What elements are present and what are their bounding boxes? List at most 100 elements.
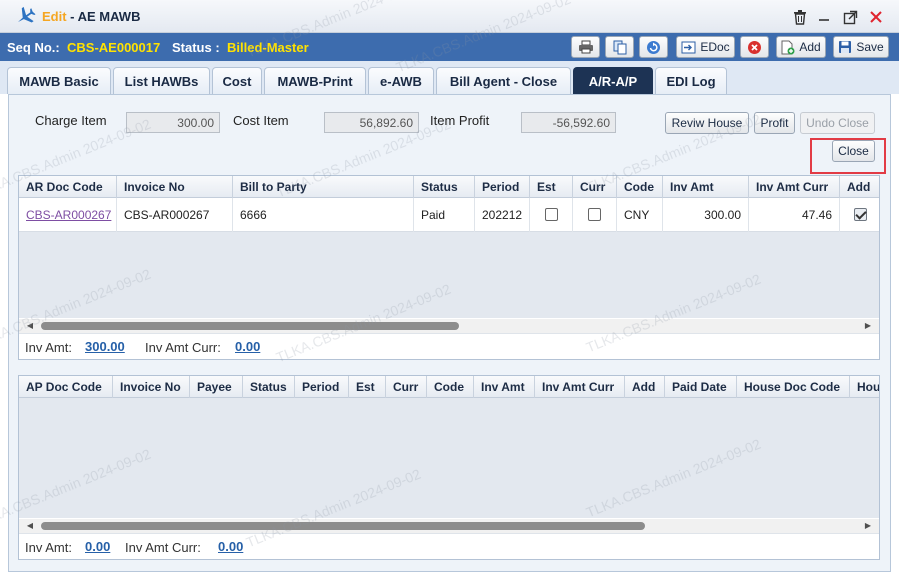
ar-grid-body: CBS-AR000267 CBS-AR000267 6666 Paid 2022… [19, 198, 879, 318]
charge-item-label: Charge Item [35, 113, 107, 128]
add-button[interactable]: Add [776, 36, 826, 58]
ar-inv-amt-curr-cell: 47.46 [749, 198, 840, 232]
cost-item-field[interactable] [324, 112, 419, 133]
ap-col-house[interactable]: Hou [850, 376, 879, 398]
curr-checkbox[interactable] [588, 208, 601, 221]
edit-label: Edit [42, 9, 67, 24]
ap-col-add[interactable]: Add [625, 376, 665, 398]
ar-inv-amt-total[interactable]: 300.00 [85, 339, 125, 354]
trash-icon[interactable] [790, 7, 810, 27]
close-window-icon[interactable] [866, 7, 886, 27]
ar-inv-amt-curr-total[interactable]: 0.00 [235, 339, 260, 354]
charge-item-field[interactable] [126, 112, 220, 133]
tab-ar-ap[interactable]: A/R-A/P [573, 67, 653, 94]
tab-bill-agent-close[interactable]: Bill Agent - Close [436, 67, 571, 94]
ar-col-add[interactable]: Add [840, 176, 879, 198]
ar-period-cell: 202212 [475, 198, 530, 232]
ap-col-inv-amt[interactable]: Inv Amt [474, 376, 535, 398]
tab-mawb-basic[interactable]: MAWB Basic [7, 67, 111, 94]
tab-edi-log[interactable]: EDI Log [655, 67, 727, 94]
ar-col-period[interactable]: Period [475, 176, 530, 198]
scroll-left-arrow-icon[interactable]: ◀ [25, 321, 35, 331]
copy-button[interactable] [605, 36, 634, 58]
printer-icon [578, 40, 593, 54]
add-checkbox[interactable] [854, 208, 867, 221]
status-value: Billed-Master [227, 40, 309, 55]
ar-col-inv-amt-curr[interactable]: Inv Amt Curr [749, 176, 840, 198]
ap-grid: AP Doc Code Invoice No Payee Status Peri… [18, 375, 880, 560]
ar-est-cell [530, 198, 573, 232]
undo-close-button[interactable]: Undo Close [800, 112, 875, 134]
copy-icon [613, 40, 626, 54]
ar-col-status[interactable]: Status [414, 176, 475, 198]
refresh-button[interactable] [639, 36, 668, 58]
ar-col-code[interactable]: Code [617, 176, 663, 198]
ap-col-paid-date[interactable]: Paid Date [665, 376, 737, 398]
ap-grid-body [19, 398, 879, 518]
save-button[interactable]: Save [833, 36, 889, 58]
cancel-button[interactable] [740, 36, 769, 58]
ap-col-doc-code[interactable]: AP Doc Code [19, 376, 113, 398]
ap-col-curr[interactable]: Curr [386, 376, 427, 398]
ap-inv-amt-curr-label: Inv Amt Curr: [125, 540, 201, 555]
scroll-thumb[interactable] [41, 322, 459, 330]
ar-col-invoice-no[interactable]: Invoice No [117, 176, 233, 198]
ap-col-inv-amt-curr[interactable]: Inv Amt Curr [535, 376, 625, 398]
ap-col-invoice-no[interactable]: Invoice No [113, 376, 190, 398]
ar-col-inv-amt[interactable]: Inv Amt [663, 176, 749, 198]
ar-grid-header: AR Doc Code Invoice No Bill to Party Sta… [19, 176, 879, 198]
seq-value: CBS-AE000017 [67, 40, 161, 55]
ar-invoice-no-cell: CBS-AR000267 [117, 198, 233, 232]
scroll-left-arrow-icon[interactable]: ◀ [25, 521, 35, 531]
ap-col-code[interactable]: Code [427, 376, 474, 398]
ap-horizontal-scrollbar[interactable]: ◀ ▶ [19, 519, 879, 533]
window-title-text: - AE MAWB [66, 9, 141, 24]
seq-label: Seq No.: [7, 40, 60, 55]
close-button[interactable]: Close [832, 140, 875, 162]
ar-col-doc-code[interactable]: AR Doc Code [19, 176, 117, 198]
cancel-icon [748, 40, 761, 54]
ar-col-curr[interactable]: Curr [573, 176, 617, 198]
review-house-button[interactable]: Reviw House [665, 112, 749, 134]
ap-inv-amt-curr-total[interactable]: 0.00 [218, 539, 243, 554]
tab-cost[interactable]: Cost [212, 67, 262, 94]
window-title: Edit - AE MAWB [42, 9, 140, 24]
ap-col-period[interactable]: Period [295, 376, 349, 398]
tab-e-awb[interactable]: e-AWB [368, 67, 434, 94]
scroll-right-arrow-icon[interactable]: ▶ [863, 521, 873, 531]
window-titlebar: Edit - AE MAWB [0, 0, 899, 33]
print-button[interactable] [571, 36, 600, 58]
scroll-right-arrow-icon[interactable]: ▶ [863, 321, 873, 331]
ar-col-bill-to-party[interactable]: Bill to Party [233, 176, 414, 198]
add-document-icon [781, 40, 795, 54]
ap-grid-header: AP Doc Code Invoice No Payee Status Peri… [19, 376, 879, 398]
refresh-icon [647, 40, 660, 54]
ap-col-status[interactable]: Status [243, 376, 295, 398]
item-profit-label: Item Profit [430, 113, 490, 128]
ap-inv-amt-total[interactable]: 0.00 [85, 539, 110, 554]
tab-strip: MAWB Basic List HAWBs Cost MAWB-Print e-… [0, 61, 899, 94]
scroll-thumb[interactable] [41, 522, 645, 530]
ar-horizontal-scrollbar[interactable]: ◀ ▶ [19, 319, 879, 333]
save-icon [839, 41, 852, 53]
minimize-icon[interactable] [814, 7, 834, 27]
est-checkbox[interactable] [545, 208, 558, 221]
airplane-icon [18, 6, 36, 23]
ar-col-est[interactable]: Est [530, 176, 573, 198]
profit-button[interactable]: Profit [754, 112, 795, 134]
ar-doc-code-link[interactable]: CBS-AR000267 [26, 208, 111, 222]
ap-col-est[interactable]: Est [349, 376, 386, 398]
table-row[interactable]: CBS-AR000267 CBS-AR000267 6666 Paid 2022… [19, 198, 879, 232]
ar-grid: AR Doc Code Invoice No Bill to Party Sta… [18, 175, 880, 360]
edoc-button[interactable]: EDoc [676, 36, 735, 58]
ar-doc-code-cell: CBS-AR000267 [19, 198, 117, 232]
tab-mawb-print[interactable]: MAWB-Print [264, 67, 366, 94]
ar-inv-amt-curr-label: Inv Amt Curr: [145, 340, 221, 355]
add-label: Add [799, 40, 821, 54]
tab-list-hawbs[interactable]: List HAWBs [113, 67, 210, 94]
edoc-label: EDoc [700, 40, 730, 54]
maximize-icon[interactable] [840, 7, 860, 27]
ap-col-payee[interactable]: Payee [190, 376, 243, 398]
ap-col-house-doc-code[interactable]: House Doc Code [737, 376, 850, 398]
item-profit-field[interactable] [521, 112, 616, 133]
